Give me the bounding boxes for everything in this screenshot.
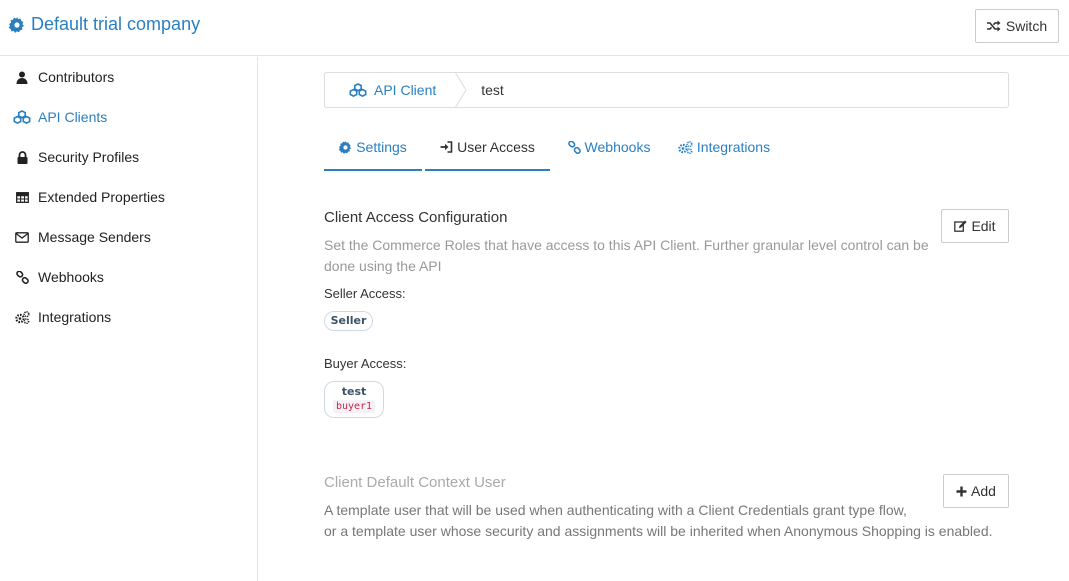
gear-icon	[9, 16, 24, 33]
tab-user-access[interactable]: User Access	[425, 125, 550, 171]
company-name: Default trial company	[31, 14, 201, 34]
sidebar-item-security-profiles[interactable]: Security Profiles	[0, 137, 257, 177]
cubes-icon	[13, 110, 31, 124]
tab-label: Webhooks	[584, 139, 651, 155]
tab-bar: Settings User Access Webhooks Integratio…	[324, 125, 780, 171]
sidebar-item-label: Webhooks	[38, 269, 104, 285]
context-user-description-line: or a template user whose security and as…	[324, 523, 993, 539]
add-label: Add	[971, 483, 996, 499]
breadcrumb-api-client[interactable]: API Client	[325, 73, 456, 107]
sign-in-icon	[440, 141, 453, 153]
seller-role-name: Seller	[330, 314, 367, 327]
plus-icon	[956, 486, 967, 496]
access-description-line: done using the API	[324, 258, 442, 274]
sidebar-item-webhooks[interactable]: Webhooks	[0, 257, 257, 297]
tab-webhooks[interactable]: Webhooks	[550, 125, 668, 171]
sidebar-item-label: Message Senders	[38, 229, 151, 245]
table-icon	[13, 191, 31, 203]
link-icon	[567, 140, 581, 154]
context-user-description-line: A template user that will be used when a…	[324, 502, 907, 518]
user-icon	[13, 71, 31, 84]
breadcrumb: API Client test	[324, 72, 1009, 108]
sidebar-item-label: Extended Properties	[38, 189, 165, 205]
context-user-title: Client Default Context User	[324, 474, 506, 491]
access-section-title: Client Access Configuration	[324, 209, 508, 226]
breadcrumb-current: test	[481, 82, 504, 98]
sidebar-item-api-clients[interactable]: API Clients	[0, 97, 257, 137]
tab-integrations[interactable]: Integrations	[668, 125, 780, 171]
company-switch-link[interactable]: Default trial company	[9, 14, 200, 35]
tab-settings[interactable]: Settings	[324, 125, 422, 171]
tab-label: Settings	[356, 139, 407, 155]
sidebar-item-label: API Clients	[38, 109, 108, 125]
buyer-id: buyer1	[332, 400, 376, 413]
edit-icon	[954, 220, 968, 232]
sidebar-item-label: Integrations	[38, 309, 112, 325]
cubes-icon	[349, 83, 367, 97]
sidebar-item-label: Contributors	[38, 69, 115, 85]
buyer-role-badge[interactable]: test buyer1	[324, 381, 384, 418]
context-user-description: A template user that will be used when a…	[324, 500, 993, 542]
main-content: API Client test Settings User Access Web…	[259, 57, 1069, 581]
shuffle-icon	[986, 20, 1001, 32]
breadcrumb-parent-label: API Client	[374, 82, 437, 98]
buyer-role-name: test	[341, 385, 367, 398]
buyer-access-label: Buyer Access:	[324, 356, 407, 371]
access-description: Set the Commerce Roles that have access …	[324, 235, 929, 277]
envelope-icon	[13, 231, 31, 243]
tab-label: User Access	[457, 139, 535, 155]
sidebar: Contributors API Clients Security Profil…	[0, 57, 258, 581]
switch-button[interactable]: Switch	[975, 9, 1059, 43]
tab-label: Integrations	[696, 139, 771, 155]
seller-access-label: Seller Access:	[324, 286, 406, 301]
link-icon	[13, 270, 31, 284]
sidebar-item-message-senders[interactable]: Message Senders	[0, 217, 257, 257]
edit-label: Edit	[971, 218, 996, 234]
breadcrumb-separator	[455, 72, 467, 108]
sidebar-item-label: Security Profiles	[38, 149, 140, 165]
edit-button[interactable]: Edit	[941, 209, 1009, 243]
access-description-line: Set the Commerce Roles that have access …	[324, 237, 929, 253]
top-header: Default trial company Switch	[0, 0, 1069, 56]
switch-label: Switch	[1005, 18, 1048, 34]
cogs-icon	[13, 310, 31, 324]
sidebar-item-integrations[interactable]: Integrations	[0, 297, 257, 337]
cog-icon	[339, 140, 352, 154]
sidebar-item-contributors[interactable]: Contributors	[0, 57, 257, 97]
seller-role-badge[interactable]: Seller	[324, 311, 373, 331]
sidebar-item-extended-properties[interactable]: Extended Properties	[0, 177, 257, 217]
cogs-icon	[678, 140, 693, 154]
lock-icon	[13, 150, 31, 164]
